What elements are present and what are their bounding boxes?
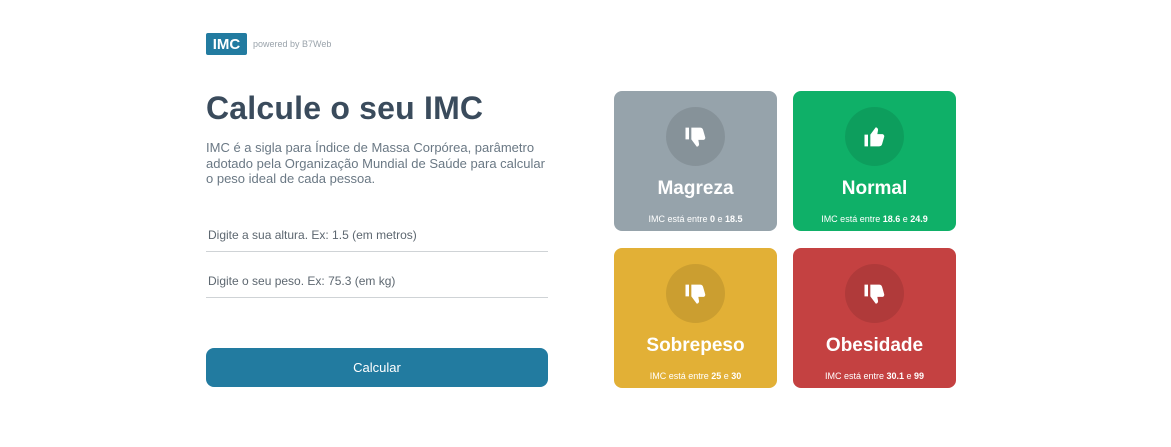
card-range: IMC está entre 0 e 18.5 [648, 214, 743, 224]
page-description: IMC é a sigla para Índice de Massa Corpó… [206, 140, 545, 186]
thumbs-down-icon [845, 264, 904, 323]
card-title: Obesidade [825, 335, 924, 356]
card-obesidade: Obesidade IMC está entre 30.1 e 99 [793, 248, 956, 388]
card-magreza: Magreza IMC está entre 0 e 18.5 [614, 91, 777, 231]
thumbs-up-icon [845, 107, 904, 166]
card-title: Sobrepeso [646, 335, 745, 356]
card-title: Normal [841, 178, 908, 199]
calculator-panel: Calcule o seu IMC IMC é a sigla para Índ… [206, 90, 548, 187]
peso-input[interactable] [206, 264, 548, 298]
card-sobrepeso: Sobrepeso IMC está entre 25 e 30 [614, 248, 777, 388]
card-normal: Normal IMC está entre 18.6 e 24.9 [793, 91, 956, 231]
page-title: Calcule o seu IMC [206, 90, 484, 126]
thumbs-down-icon [666, 107, 725, 166]
altura-input[interactable] [206, 218, 548, 252]
header: IMC powered by B7Web [206, 33, 331, 55]
card-range: IMC está entre 18.6 e 24.9 [821, 214, 928, 224]
card-range: IMC está entre 25 e 30 [649, 371, 742, 381]
card-title: Magreza [657, 178, 734, 199]
imc-logo: IMC [206, 33, 247, 55]
thumbs-down-icon [666, 264, 725, 323]
calcular-button[interactable]: Calcular [206, 348, 548, 387]
powered-by-text: powered by B7Web [253, 39, 332, 49]
card-range: IMC está entre 30.1 e 99 [824, 371, 925, 381]
